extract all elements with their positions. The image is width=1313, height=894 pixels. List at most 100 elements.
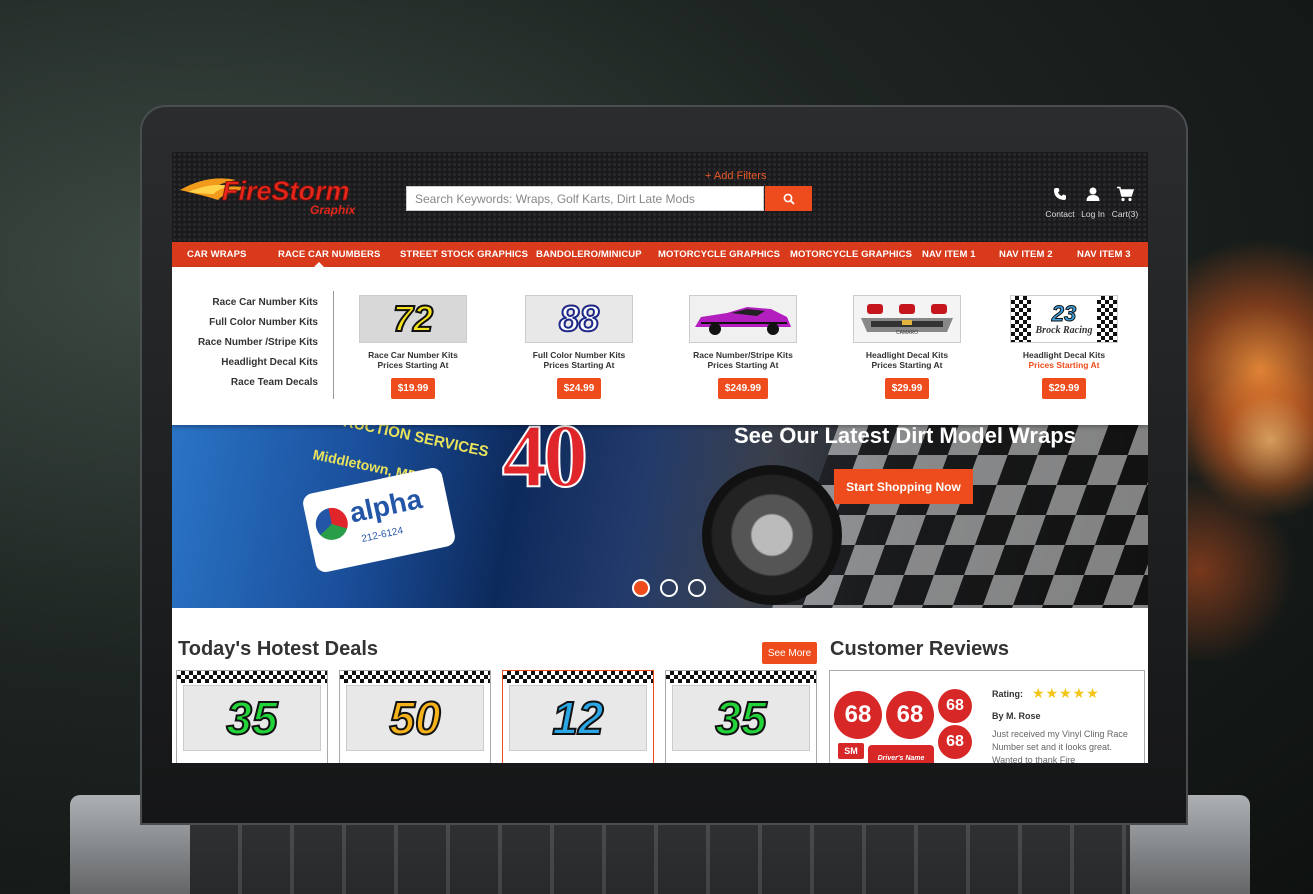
product-thumb-number: 72 — [392, 297, 434, 340]
product-thumb-number: 23 — [1051, 300, 1077, 326]
deal-card[interactable]: 50 — [339, 670, 491, 763]
nav-item-2[interactable]: NAV ITEM 2 — [999, 242, 1053, 267]
nav-item-bandolero-minicup[interactable]: BANDOLERO/MINICUP — [536, 242, 642, 267]
decal-number: 68 — [938, 725, 972, 759]
rating-label: Rating: — [992, 689, 1023, 699]
product-name: Race Car Number Kits — [368, 350, 458, 360]
product-price-note: Prices Starting At — [543, 360, 615, 370]
user-icon — [1086, 187, 1100, 201]
product-name: Race Number/Stripe Kits — [693, 350, 793, 360]
mega-link-race-team-decals[interactable]: Race Team Decals — [172, 373, 318, 393]
product-price-note: Prices Starting At — [871, 360, 943, 370]
product-name: Headlight Decal Kits — [1022, 350, 1106, 360]
product-thumb: CAMARO — [853, 295, 961, 343]
price-button[interactable]: $249.99 — [717, 378, 769, 399]
deal-number: 50 — [346, 685, 484, 751]
product-thumb-caption: Brock Racing — [1035, 324, 1093, 336]
price-button[interactable]: $29.99 — [1041, 378, 1087, 399]
product-thumb: 88 — [525, 295, 633, 343]
nav-item-race-car-numbers[interactable]: RACE CAR NUMBERS — [278, 242, 380, 267]
product-thumb: 72 — [359, 295, 467, 343]
mega-link-full-color-number-kits[interactable]: Full Color Number Kits — [172, 313, 318, 333]
firestorm-logo[interactable]: FireStorm Graphix — [178, 166, 393, 218]
product-card[interactable]: Race Number/Stripe Kits Prices Starting … — [678, 295, 808, 399]
product-card[interactable]: 72 Race Car Number Kits Prices Starting … — [348, 295, 478, 399]
product-card[interactable]: 88 Full Color Number Kits Prices Startin… — [514, 295, 644, 399]
laptop-screen: FireStorm Graphix + Add Filters Contact … — [172, 152, 1148, 763]
laptop-keyboard — [190, 820, 1130, 894]
hero-car-number: 40 — [501, 425, 589, 507]
search-icon — [783, 193, 795, 205]
nav-item-street-stock-graphics[interactable]: STREET STOCK GRAPHICS — [400, 242, 528, 267]
search-input[interactable] — [406, 186, 764, 211]
race-car-image — [695, 307, 791, 335]
checkered-flag — [340, 671, 490, 683]
hero-banner: 40 CONSTRUCTION SERVICES Middletown, MD … — [172, 425, 1148, 608]
nav-item-1[interactable]: NAV ITEM 1 — [922, 242, 976, 267]
product-card[interactable]: 23 Brock Racing Headlight Decal Kits Pri… — [999, 295, 1129, 399]
checkered-flag — [666, 671, 816, 683]
add-filters-link[interactable]: + Add Filters — [705, 170, 766, 182]
decal-small-label: SM — [838, 743, 864, 759]
carousel-dot[interactable] — [660, 579, 678, 597]
mega-link-race-number-stripe-kits[interactable]: Race Number /Stripe Kits — [172, 333, 318, 353]
nav-item-motorcycle-graphics-2[interactable]: MOTORCYCLE GRAPHICS — [790, 242, 912, 267]
product-name: Full Color Number Kits — [532, 350, 626, 360]
review-card: 68 68 68 68 SM Driver's Name Rating: ★★★… — [829, 670, 1145, 763]
decal-number: 68 — [834, 691, 882, 739]
price-button[interactable]: $19.99 — [390, 378, 436, 399]
sponsor-phone: 212-6124 — [360, 525, 405, 545]
review-product-image: 68 68 68 68 SM Driver's Name — [834, 685, 980, 763]
deal-card[interactable]: 35 — [665, 670, 817, 763]
mega-link-race-car-number-kits[interactable]: Race Car Number Kits — [172, 293, 318, 313]
hero-sponsor-decal: alpha 212-6124 — [301, 466, 457, 574]
decal-caption: Driver's Name — [868, 745, 934, 763]
product-price-note: Prices Starting At — [1028, 360, 1100, 370]
sponsor-name: alpha — [346, 483, 425, 529]
mega-menu-links: Race Car Number Kits Full Color Number K… — [172, 293, 318, 393]
nav-item-3[interactable]: NAV ITEM 3 — [1077, 242, 1131, 267]
product-price-note: Prices Starting At — [707, 360, 779, 370]
review-author: By M. Rose — [992, 711, 1041, 721]
cart-link[interactable]: Cart(3) — [1105, 186, 1145, 219]
carousel-dot-active[interactable] — [632, 579, 650, 597]
deal-card[interactable]: 35 — [176, 670, 328, 763]
checkered-flag — [1097, 296, 1117, 342]
start-shopping-button[interactable]: Start Shopping Now — [834, 469, 973, 504]
nav-item-motorcycle-graphics[interactable]: MOTORCYCLE GRAPHICS — [658, 242, 780, 267]
reviews-title: Customer Reviews — [830, 638, 1009, 660]
sponsor-logo-icon — [312, 504, 351, 543]
product-price-note: Prices Starting At — [377, 360, 449, 370]
checkered-flag — [177, 671, 327, 683]
see-more-button[interactable]: See More — [762, 642, 817, 664]
site-header: FireStorm Graphix + Add Filters Contact … — [172, 152, 1148, 242]
mega-menu: Race Car Number Kits Full Color Number K… — [172, 267, 1148, 425]
decal-number: 68 — [886, 691, 934, 739]
hero-title: See Our Latest Dirt Model Wraps — [734, 425, 1076, 448]
carousel-dot[interactable] — [688, 579, 706, 597]
search-button[interactable] — [765, 186, 812, 211]
product-thumb-label: CAMARO — [896, 330, 918, 336]
logo-subtext: Graphix — [310, 203, 357, 217]
product-thumb-number: 88 — [558, 297, 600, 340]
mega-link-headlight-decal-kits[interactable]: Headlight Decal Kits — [172, 353, 318, 373]
rating-stars: ★★★★★ — [1032, 685, 1100, 701]
nav-item-car-wraps[interactable]: CAR WRAPS — [187, 242, 246, 267]
logo-wordmark: FireStorm — [222, 176, 350, 206]
product-card[interactable]: CAMARO Headlight Decal Kits Prices Start… — [842, 295, 972, 399]
decal-number: 68 — [938, 689, 972, 723]
product-name: Headlight Decal Kits — [865, 350, 949, 360]
deals-title: Today's Hotest Deals — [178, 638, 378, 660]
deal-number: 35 — [183, 685, 321, 751]
product-thumb: 23 Brock Racing — [1010, 295, 1118, 343]
product-thumb — [689, 295, 797, 343]
mega-menu-divider — [333, 291, 334, 399]
cart-icon — [1117, 186, 1135, 202]
review-body: Just received my Vinyl Cling Race Number… — [992, 729, 1128, 763]
deal-number: 12 — [509, 685, 647, 751]
checkered-flag — [1011, 296, 1031, 342]
phone-icon — [1054, 188, 1066, 200]
price-button[interactable]: $24.99 — [556, 378, 602, 399]
deal-card[interactable]: 12 — [502, 670, 654, 763]
price-button[interactable]: $29.99 — [884, 378, 930, 399]
